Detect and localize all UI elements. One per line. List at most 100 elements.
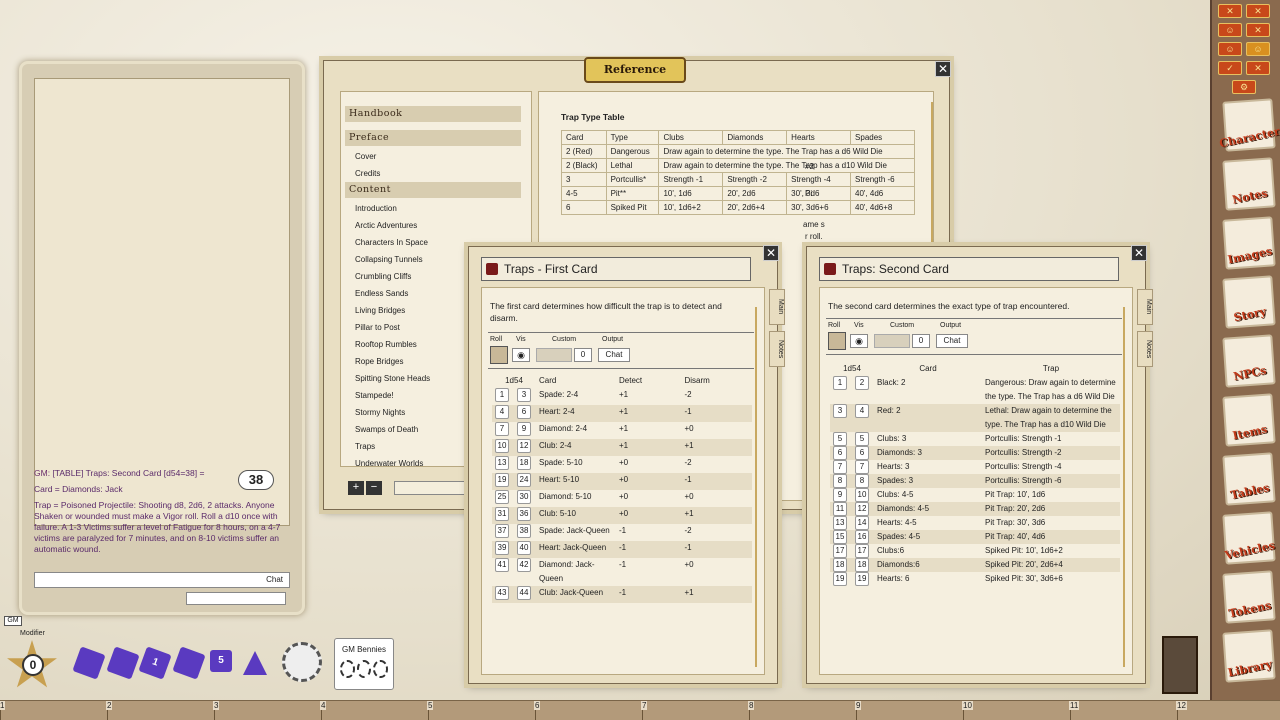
sidebar-tool-icon[interactable]: ☺ (1218, 42, 1242, 56)
range-value[interactable]: 1 (495, 388, 509, 402)
nav-item[interactable]: Rooftop Rumbles (355, 340, 417, 349)
nav-item[interactable]: Spitting Stone Heads (355, 374, 430, 383)
close-second-card-button[interactable]: ✕ (1131, 245, 1147, 261)
tab-notes[interactable]: Notes (769, 331, 785, 367)
hotkey-slot[interactable]: 7 (641, 701, 749, 720)
sidebar-npcs-button[interactable]: NPCs (1222, 334, 1276, 388)
sidebar-tool-icon[interactable]: ✕ (1246, 23, 1270, 37)
d10-die[interactable]: 1 (138, 646, 172, 680)
sidebar-tool-icon[interactable]: ☺ (1218, 23, 1242, 37)
range-value[interactable]: 18 (855, 558, 869, 572)
add-button[interactable]: + (348, 481, 364, 495)
d12-die[interactable] (106, 646, 140, 680)
nav-item[interactable]: Collapsing Tunnels (355, 255, 423, 264)
nav-handbook[interactable]: Handbook (345, 106, 521, 122)
range-value[interactable]: 13 (495, 456, 509, 470)
range-value[interactable]: 3 (833, 404, 847, 418)
range-value[interactable]: 12 (517, 439, 531, 453)
nav-item[interactable]: Stampede! (355, 391, 394, 400)
range-value[interactable]: 40 (517, 541, 531, 555)
range-value[interactable]: 5 (833, 432, 847, 446)
nav-item[interactable]: Rope Bridges (355, 357, 403, 366)
nav-item[interactable]: Pillar to Post (355, 323, 400, 332)
range-value[interactable]: 8 (855, 474, 869, 488)
settings-icon[interactable]: ⚙ (1232, 80, 1256, 94)
output-select[interactable]: Chat (598, 348, 630, 362)
range-value[interactable]: 7 (495, 422, 509, 436)
d20-die[interactable] (72, 646, 106, 680)
sidebar-library-button[interactable]: Library (1222, 629, 1276, 683)
sidebar-tokens-button[interactable]: Tokens (1222, 570, 1276, 624)
first-card-scrollbar[interactable] (755, 307, 757, 667)
range-value[interactable]: 31 (495, 507, 509, 521)
range-value[interactable]: 4 (855, 404, 869, 418)
roll-button[interactable] (490, 346, 508, 364)
custom-value[interactable]: 0 (912, 334, 930, 348)
d4-die[interactable] (242, 650, 268, 676)
nav-preface[interactable]: Preface (345, 130, 521, 146)
nav-item[interactable]: Swamps of Death (355, 425, 418, 434)
nav-item[interactable]: Arctic Adventures (355, 221, 417, 230)
range-value[interactable]: 6 (833, 446, 847, 460)
nav-item[interactable]: Endless Sands (355, 289, 408, 298)
sidebar-vehicles-button[interactable]: Vehicles (1222, 511, 1276, 565)
nav-item[interactable]: Traps (355, 442, 375, 451)
range-value[interactable]: 1 (833, 376, 847, 390)
chat-log[interactable] (34, 78, 290, 526)
chat-mode-select[interactable] (186, 592, 286, 605)
range-value[interactable]: 6 (517, 405, 531, 419)
close-first-card-button[interactable]: ✕ (763, 245, 779, 261)
range-value[interactable]: 6 (855, 446, 869, 460)
range-value[interactable]: 38 (517, 524, 531, 538)
visibility-toggle[interactable]: ◉ (850, 334, 868, 348)
range-value[interactable]: 11 (833, 502, 847, 516)
sidebar-images-button[interactable]: Images (1222, 216, 1276, 270)
nav-item[interactable]: Living Bridges (355, 306, 405, 315)
range-value[interactable]: 37 (495, 524, 509, 538)
range-value[interactable]: 12 (855, 502, 869, 516)
hotkey-slot[interactable]: 5 (427, 701, 535, 720)
range-value[interactable]: 10 (495, 439, 509, 453)
range-value[interactable]: 43 (495, 586, 509, 600)
range-value[interactable]: 39 (495, 541, 509, 555)
sidebar-tables-button[interactable]: Tables (1222, 452, 1276, 506)
range-value[interactable]: 24 (517, 473, 531, 487)
custom-value[interactable]: 0 (574, 348, 592, 362)
custom-dice-slot[interactable] (874, 334, 910, 348)
range-value[interactable]: 3 (517, 388, 531, 402)
range-value[interactable]: 4 (495, 405, 509, 419)
sidebar-tool-icon[interactable]: ✕ (1218, 4, 1242, 18)
custom-dice-slot[interactable] (536, 348, 572, 362)
close-reference-button[interactable]: ✕ (935, 61, 951, 77)
modifier-value[interactable]: 0 (22, 654, 44, 676)
d8-die[interactable] (172, 646, 206, 680)
chat-input[interactable]: Chat (34, 572, 290, 588)
hotkey-slot[interactable]: 11 (1069, 701, 1177, 720)
range-value[interactable]: 9 (517, 422, 531, 436)
range-value[interactable]: 7 (833, 460, 847, 474)
range-value[interactable]: 16 (855, 530, 869, 544)
tab-notes[interactable]: Notes (1137, 331, 1153, 367)
range-value[interactable]: 18 (517, 456, 531, 470)
second-card-scrollbar[interactable] (1123, 307, 1125, 667)
benny-chip[interactable] (282, 642, 322, 682)
range-value[interactable]: 19 (855, 572, 869, 586)
sidebar-tool-icon[interactable]: ✓ (1218, 61, 1242, 75)
nav-item[interactable]: Stormy Nights (355, 408, 405, 417)
nav-item[interactable]: Cover (355, 152, 376, 161)
nav-item[interactable]: Credits (355, 169, 380, 178)
nav-item[interactable]: Crumbling Cliffs (355, 272, 411, 281)
dice-tower[interactable] (1162, 636, 1198, 694)
reference-search[interactable] (394, 481, 468, 495)
range-value[interactable]: 25 (495, 490, 509, 504)
remove-button[interactable]: − (366, 481, 382, 495)
sidebar-tool-icon[interactable]: ✕ (1246, 4, 1270, 18)
output-select[interactable]: Chat (936, 334, 968, 348)
range-value[interactable]: 41 (495, 558, 509, 572)
range-value[interactable]: 18 (833, 558, 847, 572)
range-value[interactable]: 19 (833, 572, 847, 586)
range-value[interactable]: 14 (855, 516, 869, 530)
sidebar-notes-button[interactable]: Notes (1222, 157, 1276, 211)
hotkey-slot[interactable]: 1 (0, 701, 107, 720)
hotkey-slot[interactable]: 12 (1176, 701, 1280, 720)
